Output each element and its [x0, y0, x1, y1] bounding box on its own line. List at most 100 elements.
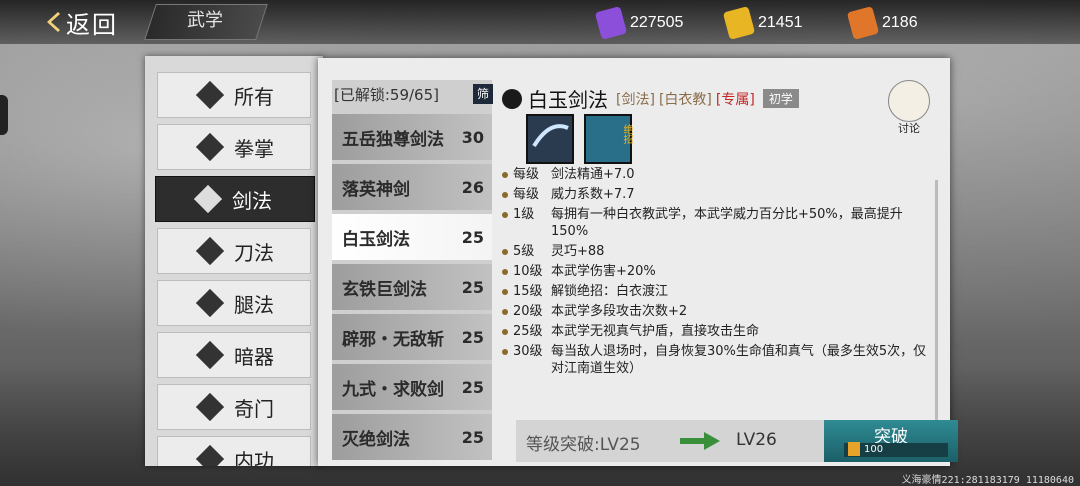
menu-item-label: 拳掌	[234, 136, 274, 161]
bonus-text: 本武学无视真气护盾，直接攻击生命	[551, 324, 760, 339]
menu-item-exotic[interactable]: 奇门	[157, 384, 311, 430]
kick-figure-icon	[502, 88, 522, 109]
menu-item-kick[interactable]: 腿法	[157, 280, 311, 326]
bonus-row: 10级 本武学伤害+20%	[502, 263, 932, 280]
bullet-icon	[502, 212, 508, 218]
skill-row[interactable]: 五岳独尊剑法 30	[332, 114, 492, 160]
tag-exclusive: [专属]	[715, 91, 755, 108]
skill-level: 25	[461, 277, 484, 297]
bonus-text: 剑法精通+7.0	[551, 167, 635, 182]
side-handle[interactable]	[0, 95, 8, 135]
skill-title: 白玉剑法	[528, 88, 608, 112]
internal-icon	[196, 445, 224, 466]
tag-sect: [白衣教]	[658, 91, 712, 108]
skill-name: 玄铁巨剑法	[342, 279, 427, 300]
menu-item-internal[interactable]: 内功	[157, 436, 311, 466]
bonus-level: 5级	[513, 244, 535, 259]
bonus-row: 15级 解锁绝招：白衣渡江	[502, 283, 932, 300]
unlock-count: [已解锁:59/65]	[334, 86, 439, 104]
bonus-text: 威力系数+7.7	[551, 187, 635, 202]
back-button[interactable]: 返回	[44, 4, 118, 40]
menu-item-blade[interactable]: 刀法	[157, 228, 311, 274]
bonus-text: 本武学伤害+20%	[551, 264, 656, 279]
menu-item-fist[interactable]: 拳掌	[157, 124, 311, 170]
menu-item-label: 剑法	[232, 188, 272, 213]
hidden-weapon-icon	[196, 341, 224, 369]
bonus-level: 25级	[513, 324, 543, 339]
footer-id: 义海豪情221:281183179 11180640	[901, 475, 1074, 486]
skill-row[interactable]: 辟邪・无敌斩 25	[332, 314, 492, 360]
detail-scrollbar[interactable]	[935, 180, 938, 420]
currency-orange-value: 2186	[882, 14, 918, 31]
bonus-level: 30级	[513, 344, 543, 359]
tag-type: [剑法]	[616, 91, 655, 108]
filter-button[interactable]: 筛	[473, 84, 493, 104]
bonus-text: 每拥有一种白衣教武学，本武学威力百分比+50%，最高提升150%	[551, 207, 903, 239]
currency-gold-value: 21451	[758, 14, 803, 31]
currency-purple-value: 227505	[630, 14, 684, 31]
currency-purple[interactable]: 227505	[594, 6, 684, 40]
bonus-row: 1级 每拥有一种白衣教武学，本武学威力百分比+50%，最高提升150%	[502, 206, 932, 240]
bonus-level: 20级	[513, 304, 543, 319]
menu-item-hidden-weapon[interactable]: 暗器	[157, 332, 311, 378]
bonus-level: 每级	[513, 167, 540, 182]
skill-row[interactable]: 九式・求败剑 25	[332, 364, 492, 410]
skill-move-card[interactable]	[526, 114, 574, 164]
skill-name: 辟邪・无敌斩	[342, 329, 444, 350]
skill-name: 五岳独尊剑法	[342, 129, 444, 150]
bonus-text: 解锁绝招：白衣渡江	[551, 284, 669, 299]
skill-row[interactable]: 落英神剑 26	[332, 164, 492, 210]
menu-item-all[interactable]: 所有	[157, 72, 311, 118]
bullet-icon	[502, 309, 508, 315]
discuss-label: 讨论	[898, 122, 920, 135]
orange-token-icon	[846, 6, 880, 40]
bonus-row: 25级 本武学无视真气护盾，直接攻击生命	[502, 323, 932, 340]
rank-tag: 初学	[762, 89, 799, 108]
bonus-level: 1级	[513, 207, 535, 222]
gold-token-icon	[848, 442, 860, 456]
menu-item-label: 所有	[234, 84, 274, 109]
blade-icon	[196, 237, 224, 265]
skill-detail: 白玉剑法 [剑法] [白衣教] [专属] 初学 讨论 绝招 每级 剑法精通+7.0…	[502, 80, 958, 462]
skill-name: 灭绝剑法	[342, 429, 410, 450]
skill-name: 九式・求败剑	[342, 379, 444, 400]
bonus-list: 每级 剑法精通+7.0 每级 威力系数+7.7 1级 每拥有一种白衣教武学，本武学威力…	[502, 166, 932, 380]
bullet-icon	[502, 329, 508, 335]
purple-token-icon	[594, 6, 628, 40]
bonus-level: 15级	[513, 284, 543, 299]
bonus-text: 本武学多段攻击次数+2	[551, 304, 688, 319]
bullet-icon	[502, 249, 508, 255]
currency-gold[interactable]: 21451	[722, 6, 803, 40]
bullet-icon	[502, 289, 508, 295]
skill-panel: [已解锁:59/65] 筛 五岳独尊剑法 30 落英神剑 26 白玉剑法 25 …	[318, 58, 958, 466]
bonus-row: 每级 威力系数+7.7	[502, 186, 932, 203]
skill-row[interactable]: 灭绝剑法 25	[332, 414, 492, 460]
page-title: 武学	[187, 10, 223, 31]
arrow-right-icon	[680, 432, 720, 450]
skill-level: 26	[461, 177, 484, 197]
skill-title-row: 白玉剑法 [剑法] [白衣教] [专属] 初学	[502, 84, 799, 113]
ultimate-badge: 绝招	[621, 124, 632, 144]
skill-row[interactable]: 玄铁巨剑法 25	[332, 264, 492, 310]
menu-item-label: 刀法	[234, 240, 274, 265]
bonus-row: 每级 剑法精通+7.0	[502, 166, 932, 183]
bullet-icon	[502, 192, 508, 198]
cat-mascot-icon	[888, 80, 930, 122]
kick-icon	[196, 289, 224, 317]
skill-level: 25	[461, 327, 484, 347]
breakthrough-bar: 等级突破:LV25 LV26 突破 100	[516, 420, 958, 462]
bonus-level: 10级	[513, 264, 543, 279]
back-label: 返回	[66, 10, 118, 39]
breakthrough-next: LV26	[736, 430, 777, 450]
menu-item-sword[interactable]: 剑法	[155, 176, 315, 222]
currency-orange[interactable]: 2186	[846, 6, 918, 40]
bullet-icon	[502, 172, 508, 178]
ultimate-move-card[interactable]: 绝招	[584, 114, 632, 164]
back-arrow-icon	[47, 12, 60, 32]
discuss-button[interactable]: 讨论	[888, 80, 930, 136]
menu-item-label: 暗器	[234, 344, 274, 369]
sword-icon	[194, 185, 222, 213]
skill-row-selected[interactable]: 白玉剑法 25	[332, 214, 492, 260]
gold-token-icon	[722, 6, 756, 40]
breakthrough-button[interactable]: 突破 100	[824, 420, 958, 462]
